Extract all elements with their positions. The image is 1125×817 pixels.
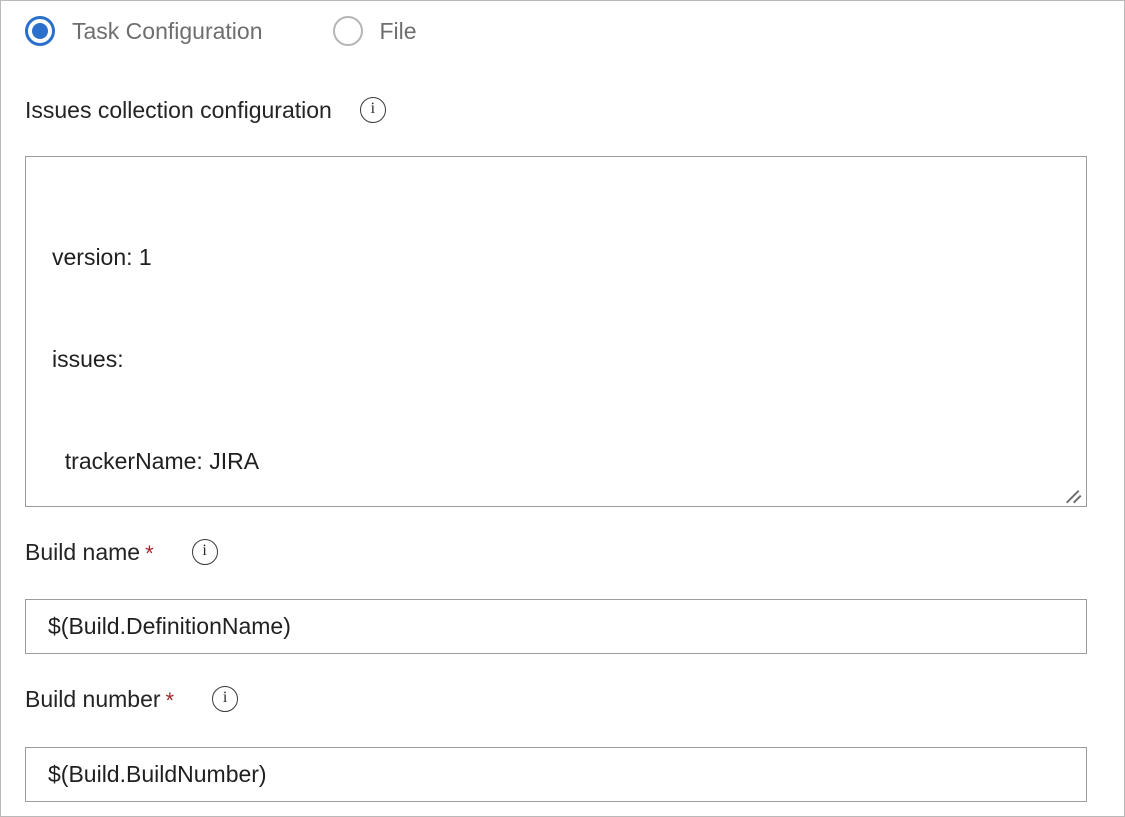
build-number-required-marker: * <box>165 688 175 713</box>
yaml-line: version: 1 <box>52 244 152 270</box>
info-icon-glyph: i <box>202 542 207 559</box>
build-name-input-value: $(Build.DefinitionName) <box>48 613 291 639</box>
task-configuration-panel: Task Configuration File Issues collectio… <box>0 0 1125 817</box>
info-icon-glyph: i <box>222 689 228 706</box>
build-name-label: Build name <box>25 538 141 565</box>
build-name-required-marker: * <box>145 541 154 566</box>
info-icon-glyph: i <box>370 100 376 117</box>
build-name-input[interactable]: $(Build.DefinitionName) <box>25 599 1087 654</box>
yaml-line: trackerName: JIRA <box>52 448 260 474</box>
issues-collection-configuration-label-row: Issues collection configuration i <box>25 97 386 123</box>
build-number-input-value: $(Build.BuildNumber) <box>48 761 267 787</box>
yaml-content: version: 1 issues: trackerName: JIRA reg… <box>52 172 425 506</box>
resize-handle-line <box>1073 494 1082 504</box>
radio-label-task-configuration: Task Configuration <box>72 17 263 44</box>
resize-handle-icon[interactable] <box>1065 485 1083 504</box>
build-number-label-row: Build number * i <box>25 685 239 713</box>
issues-collection-configuration-textarea[interactable]: version: 1 issues: trackerName: JIRA reg… <box>25 156 1087 507</box>
yaml-line: issues: <box>52 346 124 372</box>
info-icon-build-number[interactable]: i <box>212 686 239 712</box>
issues-collection-configuration-label: Issues collection configuration <box>25 96 332 123</box>
info-icon-build-name[interactable]: i <box>191 539 218 565</box>
info-icon-issues-collection[interactable]: i <box>359 97 386 123</box>
radio-button-task-configuration[interactable] <box>25 16 55 46</box>
radio-option-task-configuration[interactable]: Task Configuration <box>25 16 263 46</box>
radio-label-file: File <box>379 17 417 44</box>
config-source-radio-group: Task Configuration File <box>25 11 417 51</box>
radio-button-file[interactable] <box>332 16 363 46</box>
build-number-label: Build number <box>25 685 161 712</box>
build-number-input[interactable]: $(Build.BuildNumber) <box>25 747 1087 802</box>
build-name-label-row: Build name * i <box>25 539 218 565</box>
radio-option-file[interactable]: File <box>332 16 417 46</box>
